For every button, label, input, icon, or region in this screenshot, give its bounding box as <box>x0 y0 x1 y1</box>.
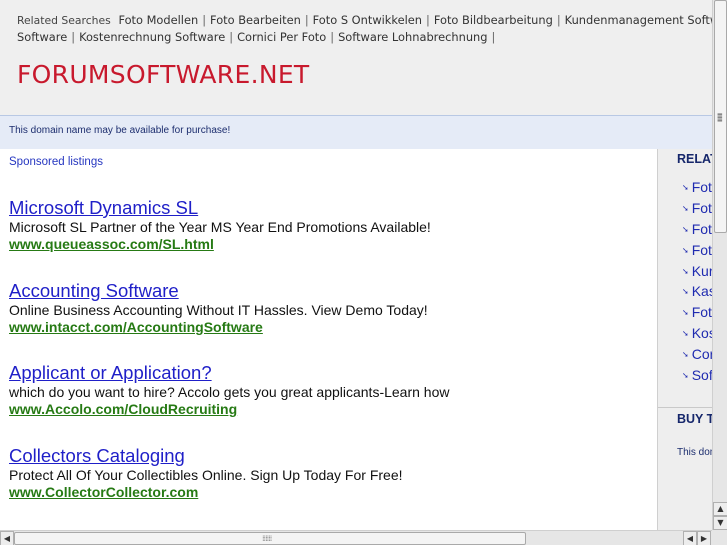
sidebar-link[interactable]: ➘ Fot <box>682 221 712 242</box>
listing-item: Collectors Cataloging Protect All Of You… <box>9 445 649 501</box>
separator: | <box>491 30 496 44</box>
separator: | <box>330 30 335 44</box>
browser-viewport: Related Searches Foto Modellen | Foto Bear… <box>0 0 712 530</box>
related-link[interactable]: Foto Bildbearbeitung <box>434 13 553 27</box>
sidebar-related-list: ➘Fot ➘Fot ➘Fot ➘Fot ➘Kur ➘Kas ➘Fot ➘Kos … <box>682 179 712 388</box>
related-searches-line-1: Related Searches Foto Modellen | Foto Bear… <box>17 12 712 29</box>
listing-url-link[interactable]: www.Accolo.com/CloudRecruiting <box>9 401 649 418</box>
arrow-bullet-icon: ➘ <box>682 266 689 276</box>
arrow-bullet-icon: ➘ <box>682 350 689 360</box>
horizontal-scroll-thumb[interactable]: ⁞⁞⁞⁞⁞⁞ <box>14 532 526 545</box>
sidebar-link[interactable]: ➘ Fot <box>682 304 712 325</box>
listing-description: which do you want to hire? Accolo gets y… <box>9 384 450 400</box>
listing-description: Online Business Accounting Without IT Ha… <box>9 302 428 318</box>
arrow-bullet-icon: ➘ <box>682 287 689 297</box>
sidebar-link[interactable]: ➘Kos <box>682 325 712 346</box>
arrow-bullet-icon: ➘ <box>682 308 689 318</box>
listing-url-link[interactable]: www.CollectorCollector.com <box>9 484 649 501</box>
related-link[interactable]: Kostenrechnung Software <box>79 30 225 44</box>
arrow-bullet-icon: ➘ <box>682 329 689 339</box>
related-searches-label: Related Searches <box>17 14 111 27</box>
vertical-scroll-thumb[interactable]: ▬ ▬ ▬ <box>714 0 727 233</box>
sidebar-link[interactable]: ➘ Fot <box>682 179 712 200</box>
listing-item: Accounting Software Online Business Acco… <box>9 280 649 336</box>
sidebar-link[interactable]: ➘Kas <box>682 283 712 304</box>
domain-notice-bar: This domain name may be available for pu… <box>0 115 712 149</box>
listing-title-link[interactable]: Collectors Cataloging <box>9 445 649 467</box>
grip-icon: ⁞⁞⁞⁞⁞⁞ <box>262 534 272 543</box>
related-link[interactable]: Software <box>17 30 67 44</box>
sidebar-buy-text: This dom <box>677 447 712 458</box>
sidebar-divider <box>658 407 712 408</box>
listing-description: Microsoft SL Partner of the Year MS Year… <box>9 219 431 235</box>
arrow-up-icon[interactable]: ▲ <box>713 502 727 516</box>
scrollbar-corner <box>712 530 727 545</box>
arrow-left-icon[interactable]: ◀ <box>683 531 697 545</box>
sidebar-link[interactable]: ➘ Kur <box>682 263 712 284</box>
arrow-bullet-icon: ➘ <box>682 203 689 213</box>
separator: | <box>71 30 76 44</box>
listing-description: Protect All Of Your Collectibles Online.… <box>9 467 403 483</box>
arrow-down-icon[interactable]: ▼ <box>713 516 727 530</box>
related-searches-line-2: Software | Kostenrechnung Software | Cornici… <box>17 29 712 46</box>
sidebar-link[interactable]: ➘ Cor <box>682 346 712 367</box>
right-sidebar: RELAT ➘Fot ➘Fot ➘Fot ➘Fot ➘Kur ➘Kas ➘Fot… <box>657 149 712 530</box>
sponsored-listings-label: Sponsored listings <box>9 156 103 168</box>
arrow-bullet-icon: ➘ <box>682 224 689 234</box>
related-link[interactable]: Foto Modellen <box>118 13 198 27</box>
horizontal-scrollbar[interactable]: ◀ ⁞⁞⁞⁞⁞⁞ ◀ ▶ <box>0 530 712 545</box>
separator: | <box>304 13 309 27</box>
sidebar-buy-header: BUY T <box>677 412 712 426</box>
sidebar-link[interactable]: ➘ Fot <box>682 242 712 263</box>
listing-title-link[interactable]: Accounting Software <box>9 280 649 302</box>
related-link[interactable]: Foto S Ontwikkelen <box>313 13 422 27</box>
site-title[interactable]: FORUMSOFTWARE.NET <box>17 60 310 89</box>
related-link[interactable]: Software Lohnabrechnung <box>338 30 487 44</box>
domain-notice-text: This domain name may be available for pu… <box>9 125 231 136</box>
listing-title-link[interactable]: Microsoft Dynamics SL <box>9 197 649 219</box>
separator: | <box>229 30 234 44</box>
arrow-bullet-icon: ➘ <box>682 245 689 255</box>
listing-url-link[interactable]: www.intacct.com/AccountingSoftware <box>9 319 649 336</box>
sidebar-related-header: RELAT <box>677 152 712 166</box>
grip-icon: ▬ ▬ ▬ <box>717 111 723 124</box>
separator: | <box>426 13 430 27</box>
arrow-bullet-icon: ➘ <box>682 371 689 381</box>
page-header: Related Searches Foto Modellen | Foto Bear… <box>0 0 712 115</box>
related-link[interactable]: Cornici Per Foto <box>237 30 326 44</box>
related-searches-bar: Related Searches Foto Modellen | Foto Bear… <box>17 12 712 46</box>
arrow-left-icon[interactable]: ◀ <box>0 531 14 545</box>
listing-url-link[interactable]: www.queueassoc.com/SL.html <box>9 236 649 253</box>
sidebar-link[interactable]: ➘ Fot <box>682 200 712 221</box>
arrow-bullet-icon: ➘ <box>682 183 689 192</box>
listing-item: Applicant or Application? which do you w… <box>9 362 649 418</box>
listing-item: Microsoft Dynamics SL Microsoft SL Partn… <box>9 197 649 253</box>
separator: | <box>202 13 207 27</box>
related-link[interactable]: Kundenmanagement Software <box>565 13 712 27</box>
related-link[interactable]: Foto Bearbeiten <box>210 13 301 27</box>
arrow-right-icon[interactable]: ▶ <box>697 531 711 545</box>
separator: | <box>556 13 561 27</box>
listing-title-link[interactable]: Applicant or Application? <box>9 362 649 384</box>
sidebar-link[interactable]: ➘ Sof <box>682 367 712 388</box>
vertical-scrollbar[interactable]: ▬ ▬ ▬ ▲ ▼ <box>712 0 727 530</box>
